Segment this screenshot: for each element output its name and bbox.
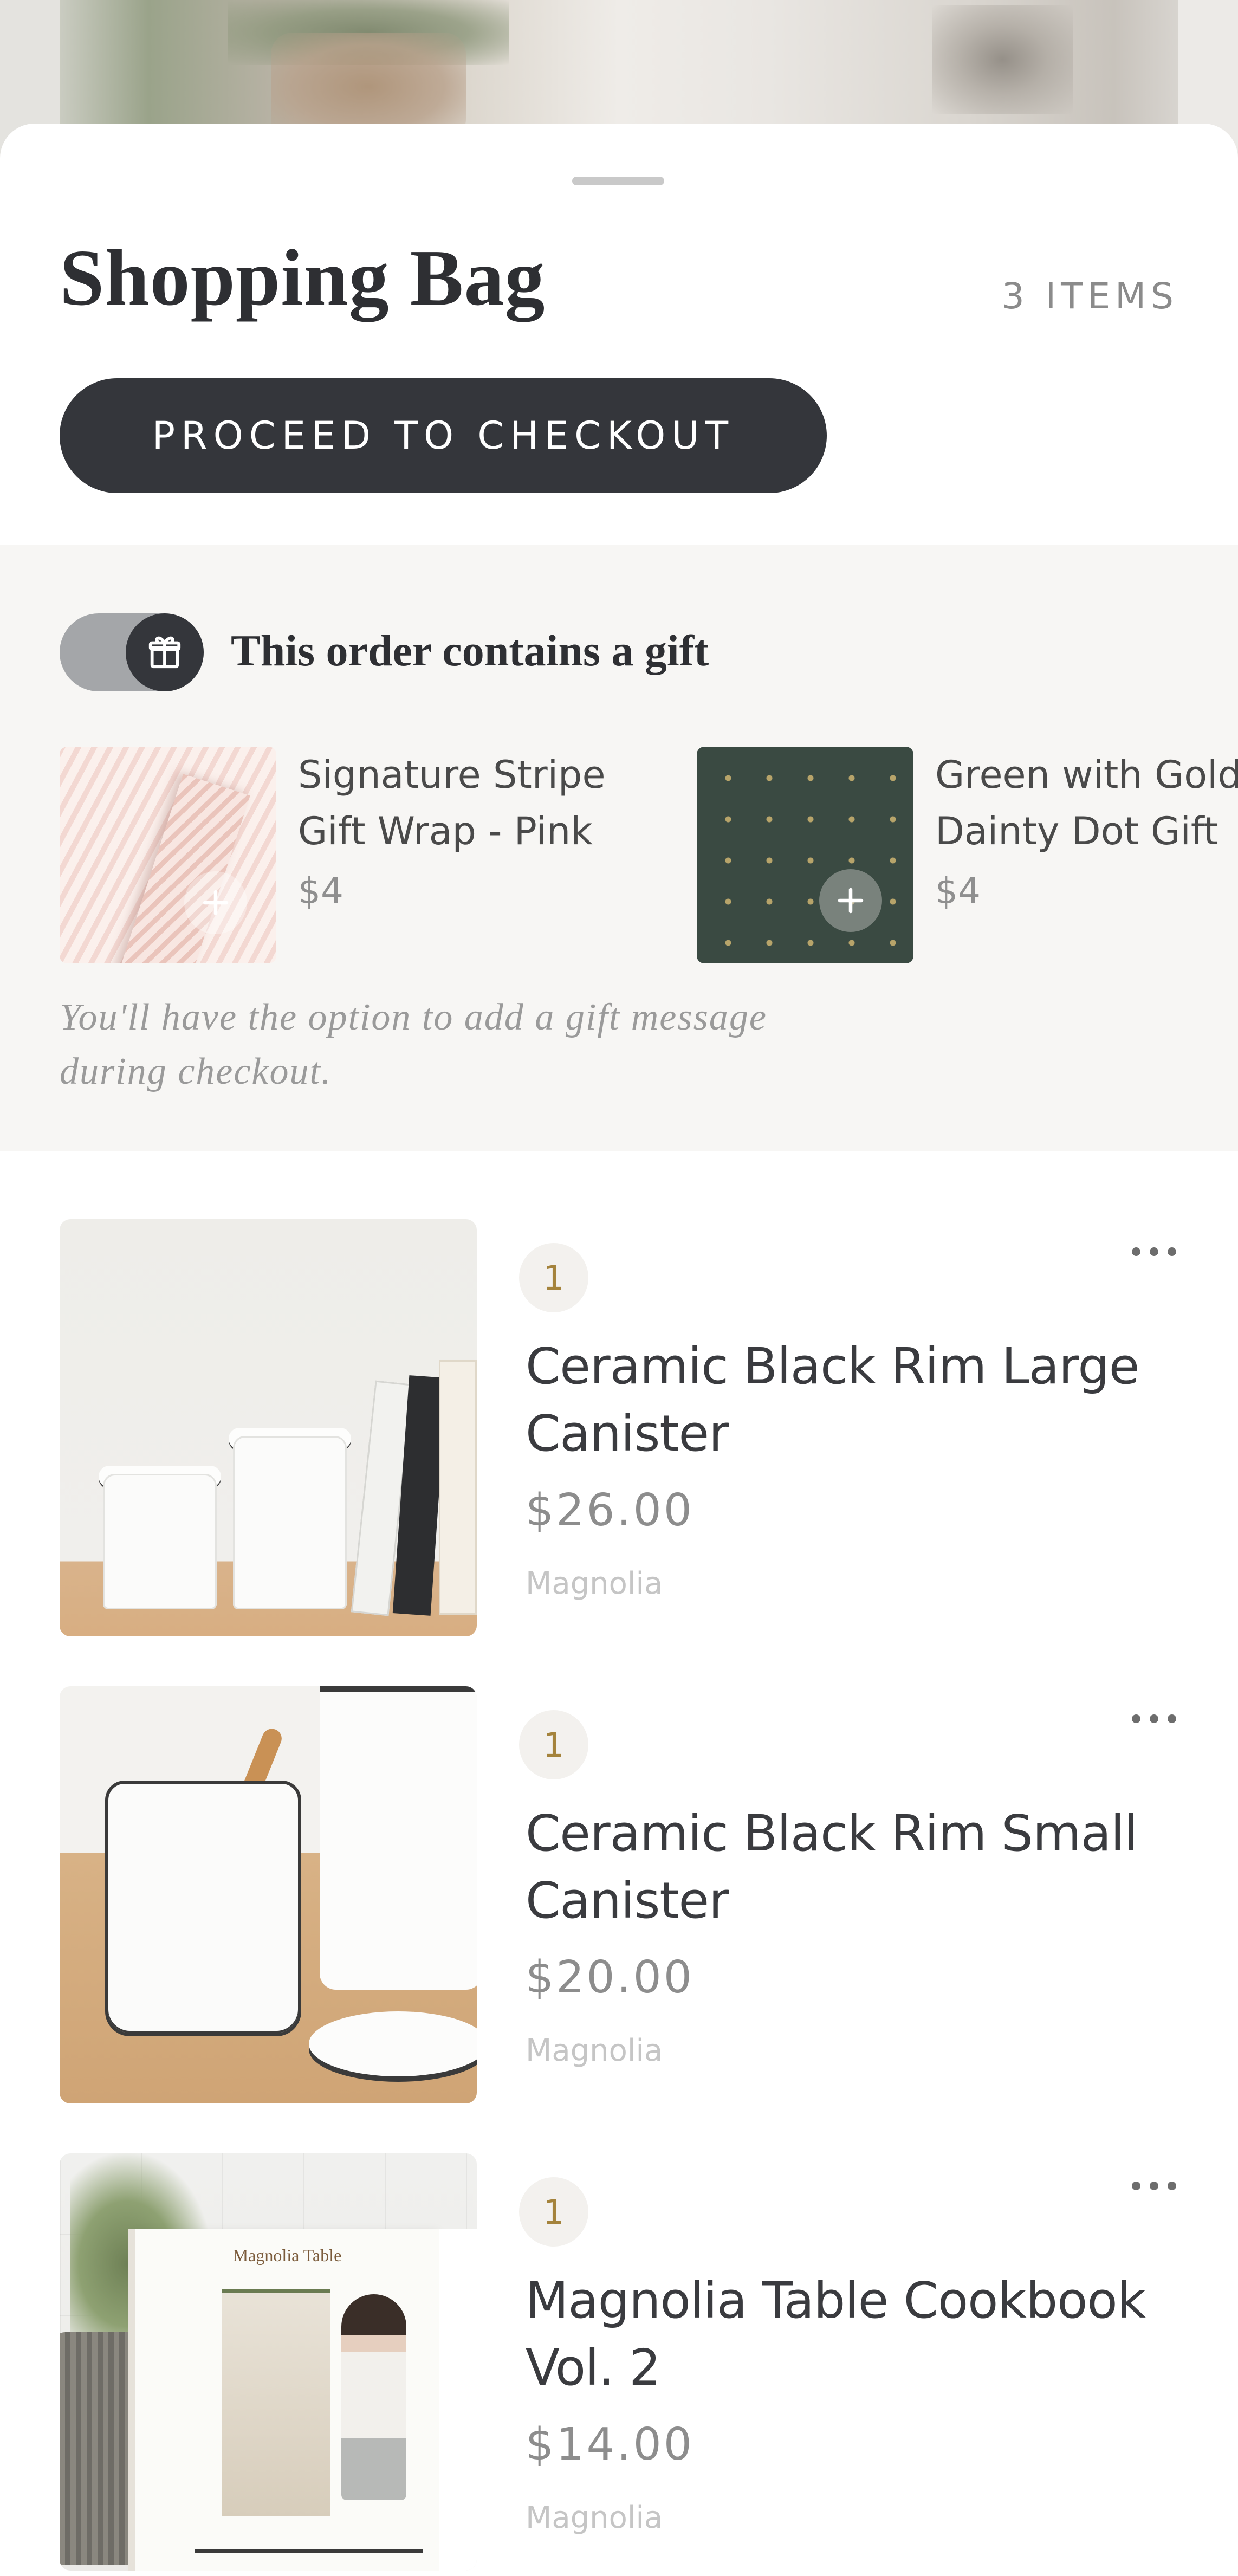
backdrop-object [932, 5, 1073, 114]
quantity-badge[interactable]: 1 [519, 1243, 588, 1312]
proceed-to-checkout-button[interactable]: PROCEED TO CHECKOUT [60, 378, 827, 493]
more-options-button[interactable] [1127, 1230, 1181, 1273]
plus-icon [203, 890, 229, 916]
image-shape [439, 2229, 477, 2571]
product-price: $20.00 [526, 1952, 694, 2003]
more-horizontal-icon [1132, 1714, 1176, 1723]
product-image[interactable] [60, 1219, 477, 1636]
more-options-button[interactable] [1127, 2164, 1181, 2208]
image-shape [439, 1360, 477, 1615]
sheet-drag-handle[interactable] [572, 177, 664, 185]
add-gift-wrap-button[interactable] [819, 869, 882, 932]
image-shape [309, 2011, 477, 2076]
quantity-badge[interactable]: 1 [519, 1710, 588, 1779]
quantity-badge[interactable]: 1 [519, 2177, 588, 2247]
image-shape [103, 1474, 217, 1609]
gift-wrap-price: $4 [298, 870, 343, 912]
book-cover-title: Magnolia Table [232, 2245, 342, 2265]
wrap-roll [113, 774, 250, 963]
gift-wrap-price: $4 [935, 870, 981, 912]
product-brand: Magnolia [526, 2033, 663, 2068]
image-shape [233, 1436, 347, 1609]
gift-wrap-name-line: Signature Stripe [298, 753, 606, 797]
product-brand: Magnolia [526, 1566, 663, 1601]
product-name[interactable]: Ceramic Black Rim Large Canister [526, 1333, 1176, 1467]
gift-wrap-name: Signature Stripe Gift Wrap - Pink [298, 747, 688, 859]
gift-toggle-label: This order contains a gift [231, 626, 709, 675]
product-image[interactable] [60, 1686, 477, 2103]
gift-icon [148, 636, 181, 669]
gift-wrap-option[interactable]: Green with Gold Dainty Dot Gift $4 [697, 747, 1238, 963]
plus-icon [838, 888, 864, 914]
product-brand: Magnolia [526, 2500, 663, 2535]
product-name[interactable]: Magnolia Table Cookbook Vol. 2 [526, 2267, 1176, 2402]
bag-item: 1 Ceramic Black Rim Large Canister $26.0… [0, 1219, 1238, 1642]
more-horizontal-icon [1132, 1247, 1176, 1256]
image-shape [341, 2294, 406, 2500]
gift-options-panel: This order contains a gift Signature Str… [0, 545, 1238, 1151]
image-shape [60, 2332, 146, 2565]
gift-wrap-name-line: Dainty Dot Gift [935, 809, 1218, 853]
image-shape [108, 1784, 298, 2033]
image-shape [222, 2289, 330, 2516]
gift-wrap-name: Green with Gold Dainty Dot Gift [935, 747, 1238, 859]
gift-note-line: You'll have the option to add a gift mes… [60, 996, 767, 1038]
gift-message-note: You'll have the option to add a gift mes… [60, 991, 926, 1099]
shopping-bag-sheet: Shopping Bag 3 ITEMS PROCEED TO CHECKOUT… [0, 124, 1238, 2571]
gift-toggle[interactable] [60, 613, 204, 691]
gift-wrap-thumbnail [697, 747, 913, 963]
page-title: Shopping Bag [60, 234, 546, 322]
product-price: $14.00 [526, 2419, 694, 2470]
product-price: $26.00 [526, 1485, 694, 1536]
item-count: 3 ITEMS [1001, 275, 1178, 317]
gift-note-line: during checkout. [60, 1051, 332, 1092]
image-shape [320, 1686, 477, 1990]
gift-wrap-thumbnail [60, 747, 276, 963]
toggle-knob [126, 613, 204, 691]
gift-wrap-name-line: Green with Gold [935, 753, 1238, 797]
gift-wrap-name-line: Gift Wrap - Pink [298, 809, 593, 853]
more-options-button[interactable] [1127, 1697, 1181, 1740]
bag-item: Magnolia Table 1 Magnolia Table Cookbook… [0, 2153, 1238, 2576]
image-shape [195, 2527, 423, 2553]
gift-wrap-option[interactable]: Signature Stripe Gift Wrap - Pink $4 [60, 747, 677, 963]
add-gift-wrap-button[interactable] [184, 871, 247, 934]
more-horizontal-icon [1132, 2182, 1176, 2190]
product-name[interactable]: Ceramic Black Rim Small Canister [526, 1800, 1176, 1934]
product-image[interactable]: Magnolia Table [60, 2153, 477, 2571]
bag-item: 1 Ceramic Black Rim Small Canister $20.0… [0, 1686, 1238, 2109]
